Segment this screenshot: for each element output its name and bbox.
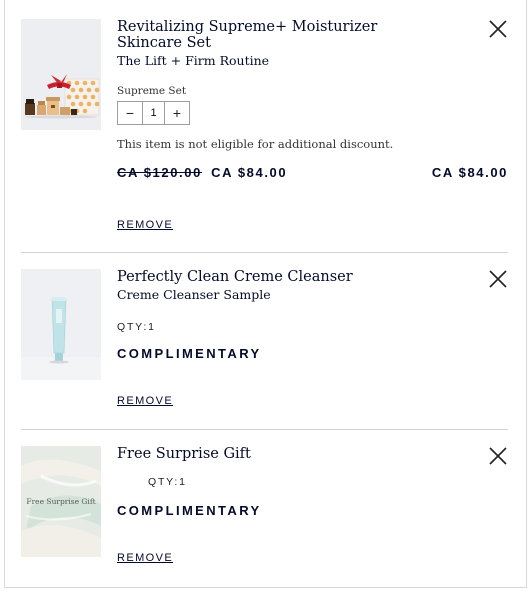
product-image-surprise-gift[interactable]: Free Surprise Gift (21, 446, 101, 557)
increment-button[interactable]: + (165, 102, 189, 124)
product-image-creme-cleanser[interactable] (21, 269, 101, 380)
product-subtitle: Creme Cleanser Sample (117, 287, 271, 302)
cart-item-surprise-gift: Free Surprise Gift Free Surprise Gift QT… (21, 446, 508, 576)
quantity-value[interactable]: 1 (142, 102, 165, 124)
remove-link[interactable]: REMOVE (117, 552, 173, 564)
sale-price: CA $84.00 (211, 165, 288, 180)
line-total-price: CA $84.00 (431, 165, 508, 180)
product-subtitle: The Lift + Firm Routine (117, 53, 270, 68)
cart-item-moisturizer-set: Revitalizing Supreme+ Moisturizer Skinca… (21, 19, 508, 253)
cart-items-panel: Revitalizing Supreme+ Moisturizer Skinca… (4, 0, 527, 588)
unit-price: CA $120.00 CA $84.00 (117, 165, 287, 180)
quantity-label: QTY:1 (148, 476, 187, 488)
cart-item-creme-cleanser: Perfectly Clean Creme Cleanser Creme Cle… (21, 269, 508, 430)
remove-link[interactable]: REMOVE (117, 219, 173, 231)
gift-image-text: Free Surprise Gift (26, 497, 95, 506)
discount-eligibility-note: This item is not eligible for additional… (117, 137, 394, 151)
cart-item-details: Revitalizing Supreme+ Moisturizer Skinca… (117, 19, 508, 231)
remove-link[interactable]: REMOVE (117, 395, 173, 407)
complimentary-badge: COMPLIMENTARY (117, 503, 262, 518)
product-title[interactable]: Perfectly Clean Creme Cleanser (117, 269, 427, 285)
complimentary-badge: COMPLIMENTARY (117, 346, 262, 361)
variant-label: Supreme Set (117, 85, 187, 97)
cart-item-details: Perfectly Clean Creme Cleanser Creme Cle… (117, 269, 508, 407)
quantity-label: QTY:1 (117, 321, 156, 333)
product-title[interactable]: Revitalizing Supreme+ Moisturizer Skinca… (117, 19, 427, 51)
decrement-button[interactable]: − (118, 102, 142, 124)
cart-item-details: Free Surprise Gift QTY:1 COMPLIMENTARY R… (117, 446, 508, 564)
product-title[interactable]: Free Surprise Gift (117, 446, 427, 462)
product-image-moisturizer-set[interactable] (21, 19, 101, 130)
original-price: CA $120.00 (117, 165, 202, 180)
quantity-stepper: − 1 + (117, 101, 190, 125)
